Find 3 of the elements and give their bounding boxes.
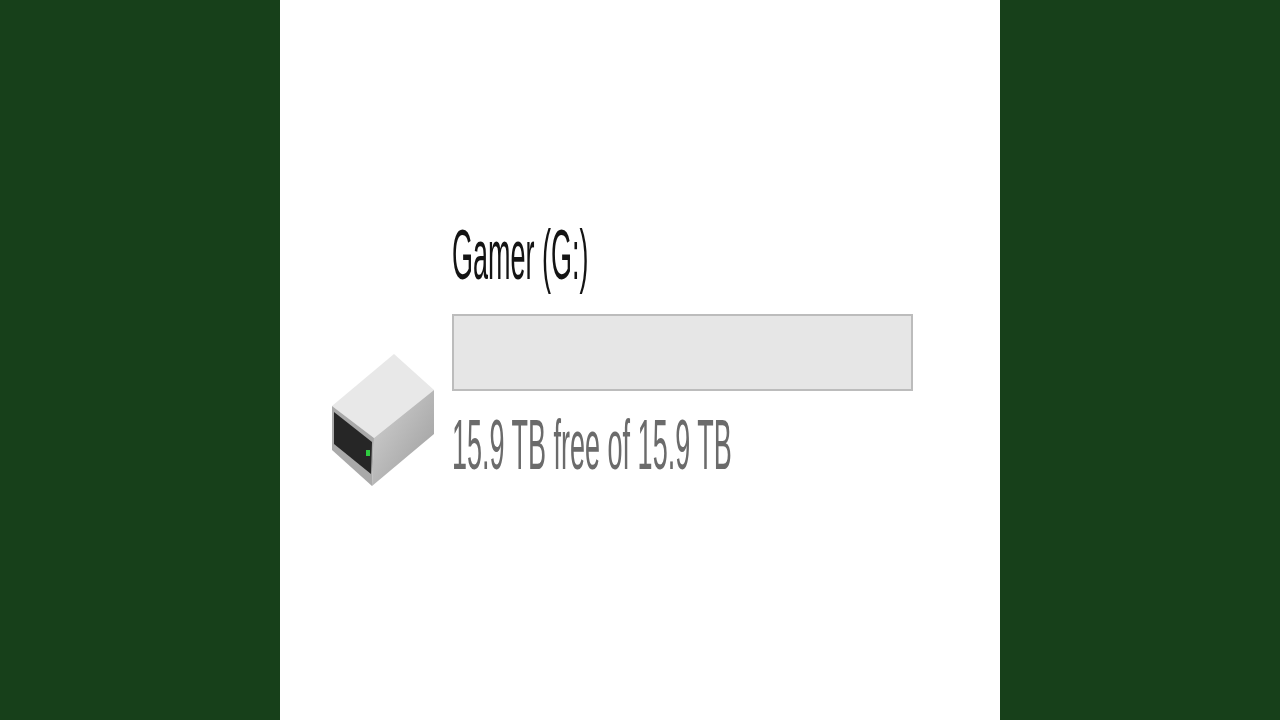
hard-drive-icon bbox=[330, 354, 434, 486]
drive-name: Gamer (G:) bbox=[452, 222, 589, 293]
free-space-text: 15.9 TB free of 15.9 TB bbox=[452, 412, 732, 483]
